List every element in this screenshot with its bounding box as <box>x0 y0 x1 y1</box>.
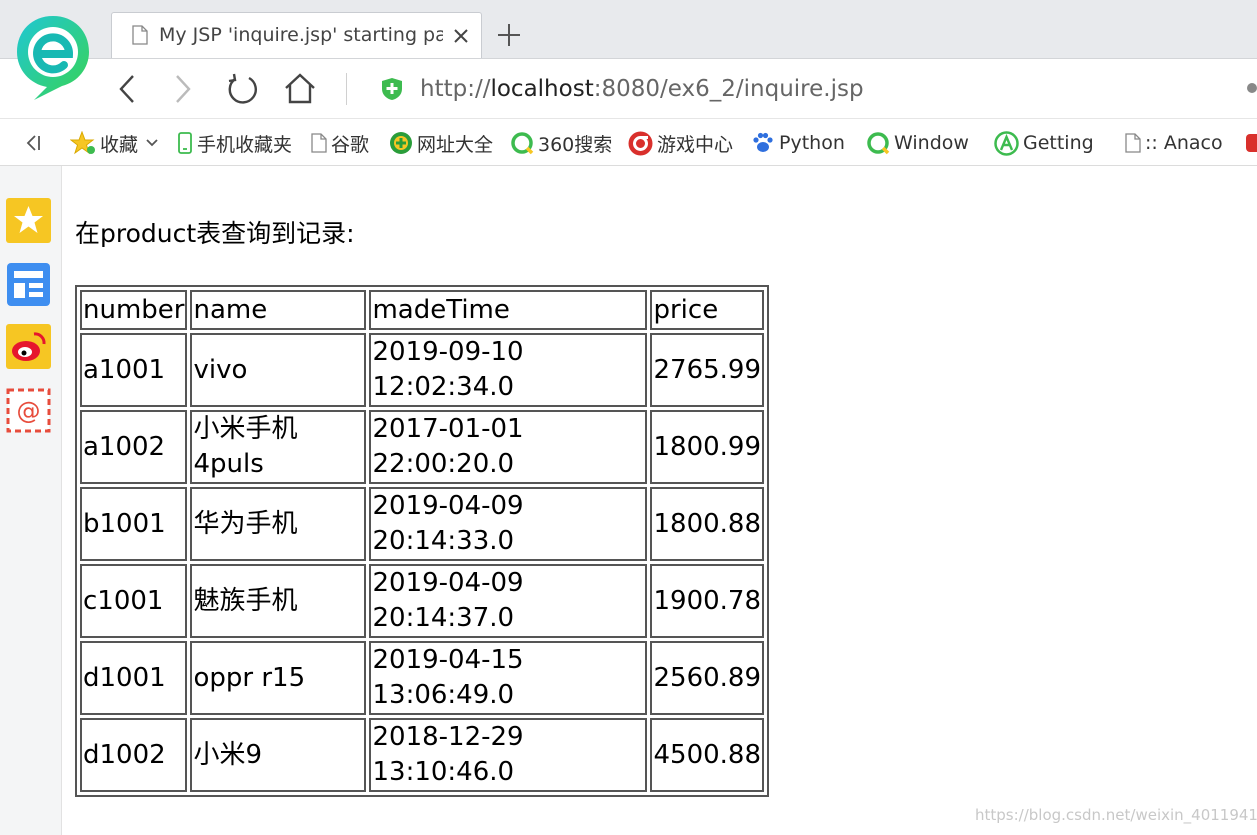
cell-name: 华为手机 <box>190 487 367 561</box>
bookmark-label: 谷歌 <box>331 133 370 156</box>
cell-madetime: 2019-09-10 12:02:34.0 <box>369 333 648 407</box>
cell-madetime: 2019-04-09 20:14:33.0 <box>369 487 648 561</box>
url-path: :8080/ex6_2/inquire.jsp <box>593 76 864 102</box>
favorites-star-icon[interactable] <box>6 198 51 243</box>
bookmark-game-center[interactable]: 游戏中心 <box>628 130 733 156</box>
bookmark-label: 游戏中心 <box>657 133 734 156</box>
cell-name: vivo <box>190 333 367 407</box>
bookmarks-bar: 收藏 手机收藏夹 谷歌 网址大全 360搜索 游戏中心 Python Windo… <box>0 118 1257 166</box>
cell-madetime: 2019-04-15 13:06:49.0 <box>369 641 648 715</box>
cell-number: d1002 <box>80 718 188 792</box>
tab-strip: My JSP 'inquire.jsp' starting page <box>0 0 1257 100</box>
bookmark-label: 收藏 <box>100 133 139 156</box>
table-row: d1001 oppr r15 2019-04-15 13:06:49.0 256… <box>80 641 765 715</box>
bookmark-google[interactable]: 谷歌 <box>311 130 369 156</box>
collapse-sidebar-icon[interactable] <box>24 133 42 153</box>
header-price: price <box>650 290 765 330</box>
page-content: 在product表查询到记录: number name madeTime pri… <box>62 166 1257 835</box>
cell-price: 4500.88 <box>650 718 765 792</box>
header-name: name <box>190 290 367 330</box>
header-madetime: madeTime <box>369 290 648 330</box>
toolbar-separator <box>346 73 347 105</box>
bookmark-360-search[interactable]: 360搜索 <box>510 130 612 156</box>
table-row: b1001 华为手机 2019-04-09 20:14:33.0 1800.88 <box>80 487 765 561</box>
table-header-row: number name madeTime price <box>80 290 765 330</box>
bookmark-anaconda[interactable]: :: Anaco <box>1125 130 1223 156</box>
cell-number: c1001 <box>80 564 188 638</box>
site-directory-icon <box>390 132 412 154</box>
left-sidebar: @ <box>0 166 62 835</box>
search-360-icon <box>511 132 534 155</box>
cell-price: 1900.78 <box>650 564 765 638</box>
url-host: localhost <box>490 76 594 102</box>
bookmark-mobile-favorites[interactable]: 手机收藏夹 <box>177 130 292 156</box>
table-row: c1001 魅族手机 2019-04-09 20:14:37.0 1900.78 <box>80 564 765 638</box>
cell-number: b1001 <box>80 487 188 561</box>
cell-number: a1002 <box>80 410 188 484</box>
cell-number: d1001 <box>80 641 188 715</box>
cell-price: 1800.88 <box>650 487 765 561</box>
cell-name: oppr r15 <box>190 641 367 715</box>
new-tab-plus-icon[interactable] <box>496 22 522 48</box>
page-icon <box>1125 133 1141 153</box>
browser-tab[interactable]: My JSP 'inquire.jsp' starting page <box>111 12 482 58</box>
back-icon[interactable] <box>116 74 138 104</box>
bookmark-label: Python <box>779 132 845 154</box>
navigation-bar: http://localhost:8080/ex6_2/inquire.jsp <box>0 58 1257 118</box>
cell-name: 小米9 <box>190 718 367 792</box>
table-row: d1002 小米9 2018-12-29 13:10:46.0 4500.88 <box>80 718 765 792</box>
secure-shield-icon[interactable] <box>381 77 403 101</box>
bookmark-window[interactable]: Window <box>866 130 969 156</box>
cell-madetime: 2018-12-29 13:10:46.0 <box>369 718 648 792</box>
mobile-phone-icon <box>178 132 192 154</box>
bookmark-label: 网址大全 <box>417 133 494 156</box>
game-center-icon <box>628 131 653 155</box>
bookmark-label: Window <box>894 132 969 154</box>
bookmark-label: :: Anaco <box>1145 132 1223 154</box>
bookmark-getting[interactable]: Getting <box>994 130 1094 156</box>
cell-name: 小米手机 4puls <box>190 410 367 484</box>
browser-logo-icon <box>17 16 89 100</box>
overflow-bookmark-icon[interactable] <box>1245 132 1257 154</box>
watermark: https://blog.csdn.net/weixin_40119412 <box>975 806 1257 824</box>
android-studio-icon <box>994 130 1019 156</box>
close-icon[interactable] <box>451 26 471 46</box>
star-icon <box>70 131 95 155</box>
search-360-icon <box>867 132 890 155</box>
cell-price: 2560.89 <box>650 641 765 715</box>
product-table: number name madeTime price a1001 vivo 20… <box>75 285 770 797</box>
cell-name: 魅族手机 <box>190 564 367 638</box>
weibo-icon[interactable] <box>6 324 51 369</box>
bookmark-site-directory[interactable]: 网址大全 <box>389 130 493 156</box>
page-icon <box>311 133 327 153</box>
chevron-down-icon <box>146 139 158 147</box>
menu-dot-icon[interactable] <box>1247 83 1257 93</box>
table-row: a1001 vivo 2019-09-10 12:02:34.0 2765.99 <box>80 333 765 407</box>
table-row: a1002 小米手机 4puls 2017-01-01 22:00:20.0 1… <box>80 410 765 484</box>
cell-price: 1800.99 <box>650 410 765 484</box>
cell-number: a1001 <box>80 333 188 407</box>
svg-text:@: @ <box>17 397 41 425</box>
page-icon <box>132 25 148 45</box>
page-heading: 在product表查询到记录: <box>75 219 355 248</box>
email-icon[interactable]: @ <box>6 388 51 433</box>
url-scheme: http:// <box>420 76 491 102</box>
refresh-icon[interactable] <box>225 72 259 106</box>
tab-title: My JSP 'inquire.jsp' starting page <box>159 24 443 46</box>
bookmark-favorites[interactable]: 收藏 <box>70 130 163 156</box>
bookmark-label: 手机收藏夹 <box>197 133 293 156</box>
cell-madetime: 2019-04-09 20:14:37.0 <box>369 564 648 638</box>
header-number: number <box>80 290 188 330</box>
forward-icon[interactable] <box>172 74 194 104</box>
bookmark-python[interactable]: Python <box>751 130 845 156</box>
address-bar[interactable]: http://localhost:8080/ex6_2/inquire.jsp <box>420 73 864 105</box>
news-feed-icon[interactable] <box>6 262 51 307</box>
paw-icon <box>753 132 773 152</box>
cell-price: 2765.99 <box>650 333 765 407</box>
bookmark-label: Getting <box>1023 132 1094 154</box>
bookmark-label: 360搜索 <box>538 133 613 156</box>
home-icon[interactable] <box>283 72 317 104</box>
cell-madetime: 2017-01-01 22:00:20.0 <box>369 410 648 484</box>
